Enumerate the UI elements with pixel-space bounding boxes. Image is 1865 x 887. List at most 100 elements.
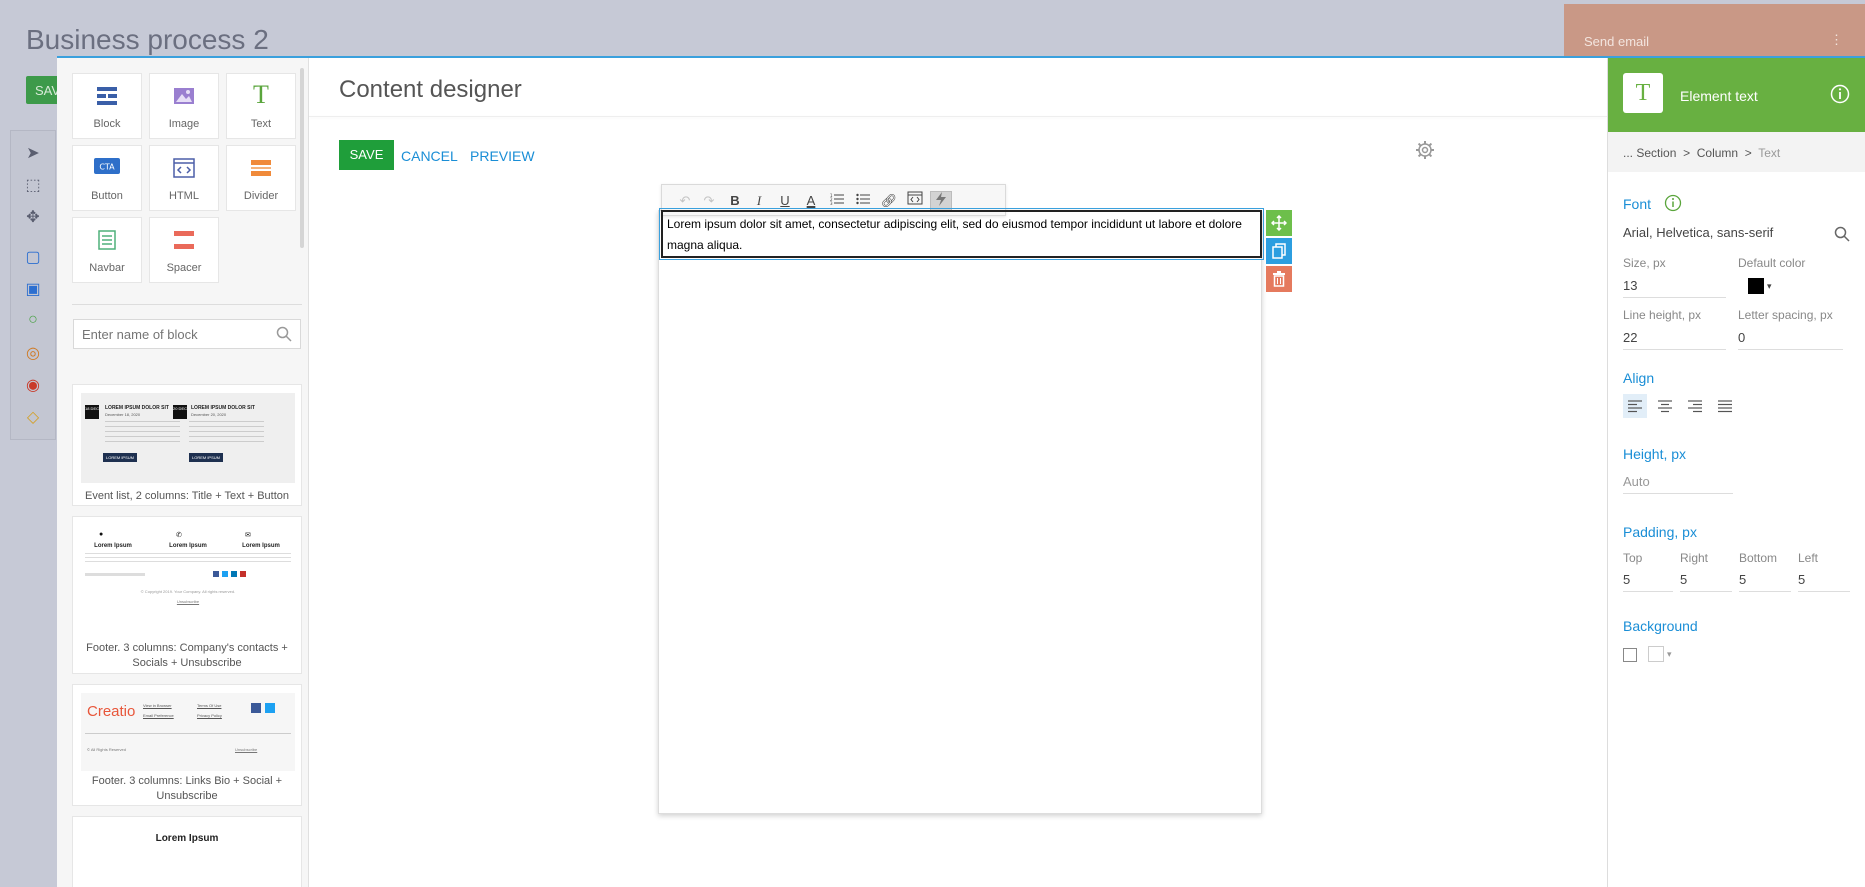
- redo-icon[interactable]: ↷: [698, 191, 720, 211]
- more-icon[interactable]: ⋮: [1830, 32, 1843, 48]
- breadcrumb-separator: >: [1683, 146, 1691, 160]
- tile-image[interactable]: Image: [149, 73, 219, 139]
- phone-icon: ✆: [176, 532, 182, 539]
- padding-top-field[interactable]: 5: [1623, 570, 1673, 592]
- blocks-scrollbar[interactable]: [300, 68, 304, 248]
- footer-divider: [85, 733, 291, 734]
- info-icon[interactable]: [1830, 84, 1850, 109]
- size-label: Size, px: [1623, 256, 1666, 270]
- send-email-label: Send email: [1584, 34, 1650, 49]
- chevron-down-icon[interactable]: ▾: [1767, 281, 1772, 292]
- tile-button[interactable]: CTA Button: [72, 145, 142, 211]
- text-icon: T: [1623, 73, 1663, 113]
- gear-icon[interactable]: [1415, 140, 1435, 165]
- subprocess-icon[interactable]: ▣: [23, 279, 43, 299]
- preview-button[interactable]: PREVIEW: [470, 148, 535, 164]
- tile-block[interactable]: Block: [72, 73, 142, 139]
- chevron-down-icon[interactable]: ▾: [1667, 649, 1672, 660]
- default-color-swatch[interactable]: [1748, 278, 1764, 294]
- breadcrumb-separator: >: [1744, 146, 1752, 160]
- padding-right-label: Right: [1680, 551, 1709, 565]
- padding-right-field[interactable]: 5: [1680, 570, 1732, 592]
- padding-left-field[interactable]: 5: [1798, 570, 1850, 592]
- event-list-preview: 18 DEC LOREM IPSUM DOLOR SIT December 18…: [81, 393, 295, 483]
- task-icon[interactable]: ▢: [23, 247, 43, 267]
- align-right-icon[interactable]: [1683, 394, 1707, 418]
- process-title: Business process 2: [26, 24, 269, 55]
- tile-text[interactable]: T Text: [226, 73, 296, 139]
- button-icon: CTA: [73, 158, 141, 180]
- block-search-field[interactable]: [73, 319, 301, 349]
- font-family-field[interactable]: Arial, Helvetica, sans-serif: [1623, 223, 1813, 245]
- font-info-icon[interactable]: [1664, 194, 1682, 217]
- properties-panel: T Element text ... Section > Column > Te…: [1607, 58, 1865, 887]
- font-color-icon[interactable]: A: [800, 191, 822, 211]
- search-icon[interactable]: [1834, 226, 1850, 247]
- letter-spacing-field[interactable]: 0: [1738, 328, 1843, 350]
- undo-icon[interactable]: ↶: [674, 191, 696, 211]
- font-section-title: Font: [1623, 196, 1652, 212]
- footer-heading: Lorem Ipsum: [169, 543, 207, 549]
- copy-icon[interactable]: [1266, 238, 1292, 264]
- intermediate-event-icon[interactable]: ◎: [23, 343, 43, 363]
- header-divider: [309, 116, 1607, 117]
- align-left-icon[interactable]: [1623, 394, 1647, 418]
- align-justify-icon[interactable]: [1713, 394, 1737, 418]
- start-event-icon[interactable]: ○: [23, 311, 43, 331]
- mail-icon: ✉: [245, 532, 251, 539]
- gateway-icon[interactable]: ◇: [23, 407, 43, 427]
- height-field[interactable]: Auto: [1623, 472, 1733, 494]
- font-size-field[interactable]: 13: [1623, 276, 1726, 298]
- block-card-event-list[interactable]: 18 DEC LOREM IPSUM DOLOR SIT December 18…: [72, 384, 302, 506]
- block-icon: [73, 86, 141, 108]
- tile-html[interactable]: HTML: [149, 145, 219, 211]
- breadcrumb-item-text: Text: [1758, 146, 1781, 160]
- italic-icon[interactable]: I: [748, 191, 770, 211]
- tile-label: Text: [250, 118, 272, 130]
- block-card-footer-links[interactable]: Creatio View in Browser Terms Of Use Ema…: [72, 684, 302, 806]
- facebook-icon: [251, 703, 261, 713]
- footer-links-preview: Creatio View in Browser Terms Of Use Ema…: [81, 693, 295, 771]
- tile-label: Divider: [243, 190, 279, 202]
- bullet-list-icon[interactable]: [852, 191, 874, 211]
- line-height-field[interactable]: 22: [1623, 328, 1726, 350]
- creatio-logo: Creatio: [87, 703, 136, 720]
- breadcrumb-item-column[interactable]: Column: [1697, 146, 1738, 160]
- pointer-icon[interactable]: ➤: [23, 143, 43, 163]
- event-text-lines: [189, 421, 264, 445]
- move-icon[interactable]: [1266, 210, 1292, 236]
- breadcrumb-prefix[interactable]: ...: [1623, 146, 1633, 160]
- background-color-swatch[interactable]: [1648, 646, 1664, 662]
- delete-icon[interactable]: [1266, 266, 1292, 292]
- event-date: December 18, 2020: [105, 412, 141, 417]
- source-code-icon[interactable]: [904, 191, 926, 211]
- panel-divider: [72, 304, 302, 305]
- cancel-button[interactable]: CANCEL: [401, 148, 458, 164]
- event-button: LOREM IPSUM: [103, 453, 137, 462]
- background-checkbox[interactable]: [1623, 648, 1637, 662]
- text-element-editor[interactable]: Lorem ipsum dolor sit amet, consectetur …: [659, 208, 1264, 260]
- send-email-element[interactable]: Send email ⋮: [1564, 4, 1865, 58]
- block-card-heading: Lorem Ipsum: [155, 833, 219, 844]
- footer-link: Privacy Policy: [197, 713, 222, 718]
- align-center-icon[interactable]: [1653, 394, 1677, 418]
- tile-divider[interactable]: Divider: [226, 145, 296, 211]
- block-search-input[interactable]: [74, 320, 259, 348]
- block-card-lorem[interactable]: Lorem Ipsum: [72, 816, 302, 887]
- breadcrumb-item-section[interactable]: Section: [1636, 146, 1676, 160]
- tile-spacer[interactable]: Spacer: [149, 217, 219, 283]
- search-icon[interactable]: [276, 326, 292, 347]
- numbered-list-icon[interactable]: 123: [826, 191, 848, 211]
- move-icon[interactable]: ✥: [23, 207, 43, 227]
- email-canvas[interactable]: [658, 210, 1262, 814]
- link-icon[interactable]: 🔗︎: [878, 191, 900, 211]
- tile-navbar[interactable]: Navbar: [72, 217, 142, 283]
- underline-icon[interactable]: U: [774, 191, 796, 211]
- block-card-footer-contacts[interactable]: ● ✆ ✉ Lorem Ipsum Lorem Ipsum Lorem Ipsu…: [72, 516, 302, 674]
- save-button[interactable]: SAVE: [339, 140, 394, 170]
- select-icon[interactable]: ⬚: [23, 175, 43, 195]
- macro-icon[interactable]: [930, 191, 952, 211]
- bold-icon[interactable]: B: [724, 191, 746, 211]
- end-event-icon[interactable]: ◉: [23, 375, 43, 395]
- padding-bottom-field[interactable]: 5: [1739, 570, 1791, 592]
